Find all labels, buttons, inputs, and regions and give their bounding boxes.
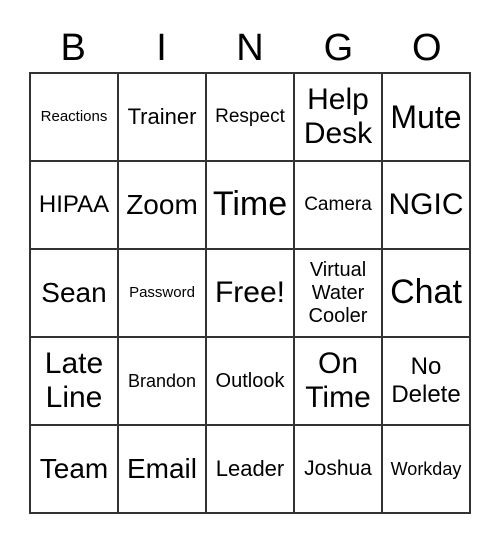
bingo-cell[interactable]: On Time	[294, 337, 382, 425]
bingo-cell[interactable]: Joshua	[294, 425, 382, 513]
header-letter-g: G	[323, 27, 354, 69]
bingo-cell[interactable]: Help Desk	[294, 73, 382, 161]
bingo-cell[interactable]: No Delete	[382, 337, 470, 425]
bingo-cell[interactable]: Email	[118, 425, 206, 513]
bingo-header: B I N G O	[29, 24, 471, 72]
bingo-cell[interactable]: Sean	[30, 249, 118, 337]
bingo-cell[interactable]: Workday	[382, 425, 470, 513]
bingo-cell[interactable]: Chat	[382, 249, 470, 337]
bingo-cell[interactable]: Mute	[382, 73, 470, 161]
header-letter-n: N	[236, 27, 264, 69]
bingo-cell[interactable]: Password	[118, 249, 206, 337]
bingo-cell[interactable]: Camera	[294, 161, 382, 249]
bingo-cell[interactable]: Late Line	[30, 337, 118, 425]
bingo-cell[interactable]: Trainer	[118, 73, 206, 161]
bingo-cell[interactable]: HIPAA	[30, 161, 118, 249]
bingo-cell[interactable]: Virtual Water Cooler	[294, 249, 382, 337]
bingo-cell[interactable]: Leader	[206, 425, 294, 513]
header-letter-o: O	[411, 27, 442, 69]
bingo-cell[interactable]: Reactions	[30, 73, 118, 161]
bingo-cell[interactable]: Brandon	[118, 337, 206, 425]
bingo-cell[interactable]: Zoom	[118, 161, 206, 249]
header-letter-b: B	[60, 27, 86, 69]
bingo-cell-free[interactable]: Free!	[206, 249, 294, 337]
bingo-grid: Reactions Trainer Respect Help Desk Mute…	[29, 72, 471, 514]
bingo-cell[interactable]: Outlook	[206, 337, 294, 425]
bingo-cell[interactable]: NGIC	[382, 161, 470, 249]
bingo-cell[interactable]: Time	[206, 161, 294, 249]
bingo-cell[interactable]: Team	[30, 425, 118, 513]
bingo-cell[interactable]: Respect	[206, 73, 294, 161]
header-letter-i: I	[156, 27, 167, 69]
